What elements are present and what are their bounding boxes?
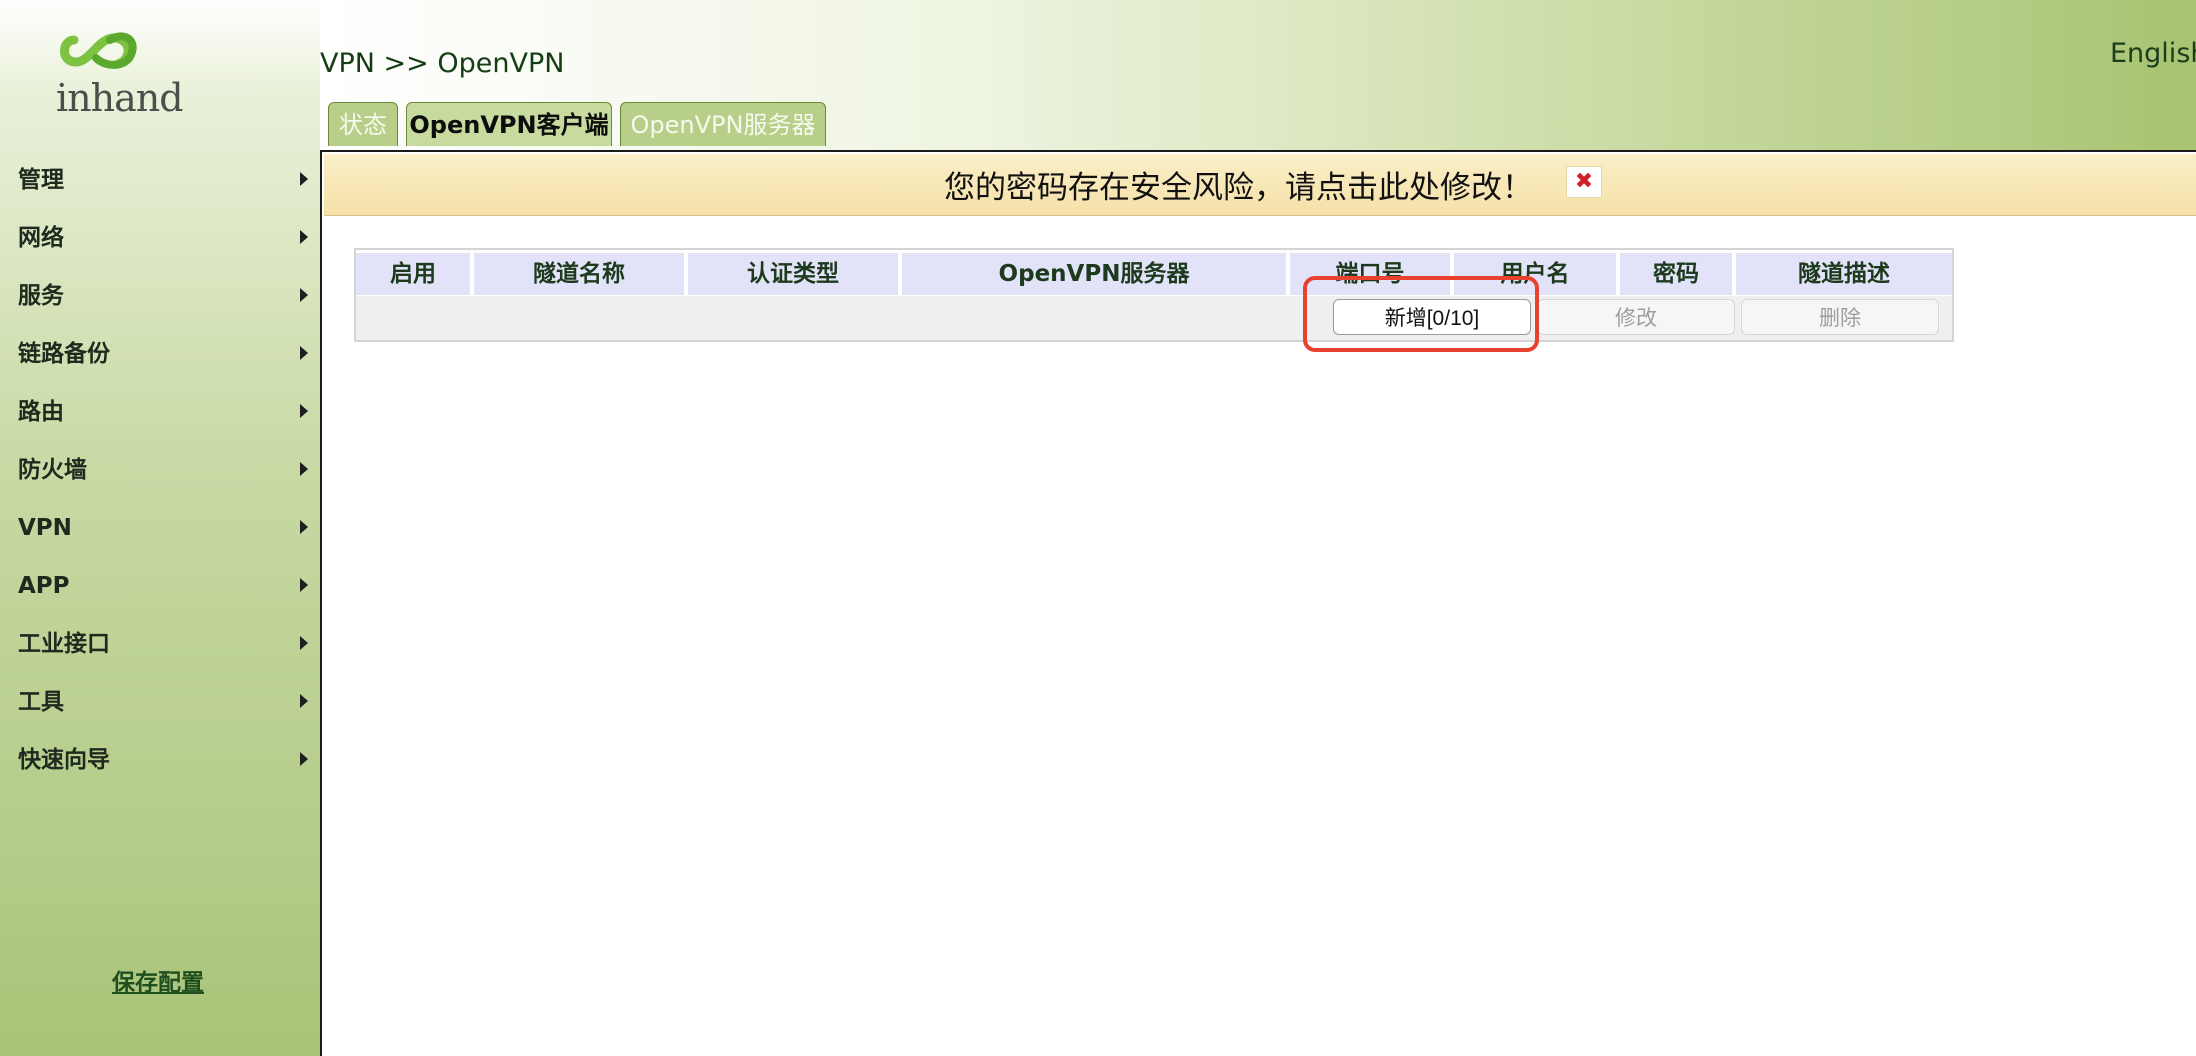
column-header-username: 用户名	[1454, 253, 1616, 295]
add-tunnel-button[interactable]: 新增[0/10]	[1333, 299, 1531, 335]
sidebar-item-vpn[interactable]: VPN	[18, 508, 308, 548]
caret-right-icon	[300, 752, 308, 766]
column-header-enable: 启用	[356, 253, 470, 295]
sidebar-item-label: 工业接口	[18, 631, 110, 657]
app-window: inhand 管理 网络 服务 链路备份 路由 防火墙 VPN APP 工业接口…	[0, 0, 2196, 1056]
caret-right-icon	[300, 172, 308, 186]
sidebar-item-label: 工具	[18, 689, 64, 715]
sidebar-item-services[interactable]: 服务	[18, 276, 308, 316]
table-header: 启用 隧道名称 认证类型 OpenVPN服务器 端口号 用户名 密码 隧道描述	[356, 250, 1952, 296]
sidebar-item-label: 服务	[18, 283, 64, 309]
sidebar-item-management[interactable]: 管理	[18, 160, 308, 200]
caret-right-icon	[300, 462, 308, 476]
sidebar-item-label: 管理	[18, 167, 64, 193]
edit-tunnel-button[interactable]: 修改	[1537, 299, 1735, 335]
logo-mark-icon	[60, 32, 137, 69]
column-header-tunnel-description: 隧道描述	[1736, 253, 1952, 295]
sidebar-item-label: 网络	[18, 225, 64, 251]
sidebar-item-label: APP	[18, 573, 70, 599]
caret-right-icon	[300, 694, 308, 708]
main-content: 您的密码存在安全风险，请点击此处修改！ ✖ 启用 隧道名称 认证类型 OpenV…	[320, 150, 2196, 1056]
column-header-port: 端口号	[1290, 253, 1450, 295]
sidebar-item-firewall[interactable]: 防火墙	[18, 450, 308, 490]
breadcrumb: VPN >> OpenVPN	[320, 48, 565, 79]
sidebar-item-label: 防火墙	[18, 457, 87, 483]
sidebar-item-label: VPN	[18, 515, 72, 541]
sidebar-item-quick-wizard[interactable]: 快速向导	[18, 740, 308, 780]
tab-openvpn-server[interactable]: OpenVPN服务器	[620, 102, 826, 146]
sidebar-item-label: 链路备份	[18, 341, 110, 367]
caret-right-icon	[300, 346, 308, 360]
caret-right-icon	[300, 230, 308, 244]
sidebar-item-label: 快速向导	[18, 747, 110, 773]
close-icon[interactable]: ✖	[1566, 166, 1602, 198]
caret-right-icon	[300, 636, 308, 650]
column-header-tunnel-name: 隧道名称	[474, 253, 684, 295]
sidebar-item-label: 路由	[18, 399, 64, 425]
header: VPN >> OpenVPN English 状态 OpenVPN客户端 Ope…	[320, 0, 2196, 150]
column-header-password: 密码	[1620, 253, 1732, 295]
column-header-auth-type: 认证类型	[688, 253, 898, 295]
caret-right-icon	[300, 578, 308, 592]
caret-right-icon	[300, 404, 308, 418]
table-action-row: 新增[0/10] 修改 删除	[356, 296, 1952, 340]
password-warning-text[interactable]: 您的密码存在安全风险，请点击此处修改！	[944, 162, 1533, 207]
sidebar-item-network[interactable]: 网络	[18, 218, 308, 258]
sidebar-item-link-backup[interactable]: 链路备份	[18, 334, 308, 374]
column-header-openvpn-server: OpenVPN服务器	[902, 253, 1286, 295]
inhand-logo: inhand	[52, 28, 184, 124]
tab-openvpn-client[interactable]: OpenVPN客户端	[406, 102, 612, 146]
language-link[interactable]: English	[2110, 38, 2196, 69]
sidebar-item-tools[interactable]: 工具	[18, 682, 308, 722]
tab-status[interactable]: 状态	[328, 102, 398, 146]
caret-right-icon	[300, 288, 308, 302]
sidebar-item-industrial-interface[interactable]: 工业接口	[18, 624, 308, 664]
sidebar: inhand 管理 网络 服务 链路备份 路由 防火墙 VPN APP 工业接口…	[0, 0, 320, 1056]
sidebar-item-routing[interactable]: 路由	[18, 392, 308, 432]
caret-right-icon	[300, 520, 308, 534]
delete-tunnel-button[interactable]: 删除	[1741, 299, 1939, 335]
openvpn-tunnel-table: 启用 隧道名称 认证类型 OpenVPN服务器 端口号 用户名 密码 隧道描述 …	[354, 248, 1954, 342]
password-warning-bar: 您的密码存在安全风险，请点击此处修改！ ✖	[324, 154, 2196, 216]
save-config-link[interactable]: 保存配置	[112, 963, 204, 997]
logo-text: inhand	[56, 76, 184, 120]
sidebar-item-app[interactable]: APP	[18, 566, 308, 606]
